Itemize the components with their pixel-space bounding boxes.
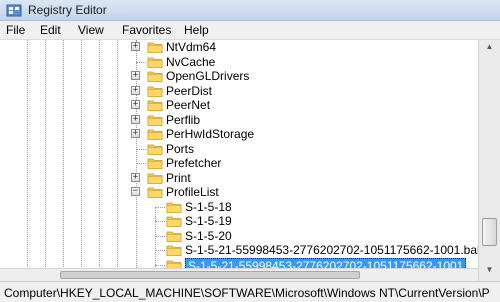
tree-item-label: OpenGLDrivers — [166, 69, 250, 83]
expand-icon[interactable]: + — [131, 129, 140, 138]
tree-item[interactable]: + Print — [0, 171, 478, 185]
folder-icon — [166, 245, 182, 256]
tree-connector-line — [155, 221, 165, 222]
tree-item-label: S-1-5-21-55998453-2776202702-1051175662-… — [185, 243, 478, 257]
folder-icon — [166, 231, 182, 242]
expand-icon[interactable]: + — [131, 100, 140, 109]
collapse-icon[interactable]: − — [131, 187, 140, 196]
expand-icon[interactable]: + — [131, 114, 140, 124]
tree-connector-line — [155, 264, 165, 266]
folder-icon — [147, 42, 163, 53]
folder-icon — [147, 144, 163, 155]
tree-item-label: S-1-5-20 — [185, 228, 232, 243]
tree-item[interactable]: NvCache — [0, 55, 478, 69]
window-title: Registry Editor — [28, 3, 107, 17]
tree-connector-line — [155, 235, 165, 237]
tree-item-label: PerHwIdStorage — [166, 127, 255, 141]
tree-item[interactable]: + OpenGLDrivers — [0, 69, 478, 83]
tree-subitem[interactable]: S-1-5-21-55998453-2776202702-1051175662-… — [0, 243, 478, 257]
tree-item[interactable]: + PeerNet — [0, 98, 478, 112]
tree-subitem[interactable]: S-1-5-18 — [0, 200, 478, 214]
registry-tree[interactable]: + NtVdm64 NvCache + OpenGLDrivers + PeerDist + P… — [0, 40, 478, 281]
tree-item-label: ProfileList — [166, 185, 219, 199]
menu-bar: File Edit View Favorites Help — [0, 21, 500, 40]
folder-icon — [166, 216, 182, 227]
folder-icon — [147, 173, 163, 184]
folder-icon — [147, 129, 163, 140]
status-path: Computer\HKEY_LOCAL_MACHINE\SOFTWARE\Mic… — [4, 286, 490, 300]
tree-item[interactable]: Prefetcher — [0, 156, 478, 170]
expand-icon[interactable]: + — [131, 172, 140, 182]
menu-view[interactable]: View — [78, 23, 104, 37]
scroll-up-icon[interactable]: ▲ — [482, 42, 497, 56]
tree-item-label: S-1-5-18 — [185, 199, 232, 214]
scroll-down-icon[interactable]: ▼ — [482, 265, 497, 279]
vertical-scroll-thumb[interactable] — [482, 218, 497, 246]
menu-edit[interactable]: Edit — [40, 23, 61, 37]
tree-item[interactable]: Ports — [0, 142, 478, 156]
folder-icon — [147, 57, 163, 68]
tree-connector-line — [136, 61, 146, 63]
tree-item-label: PeerDist — [166, 83, 213, 98]
horizontal-scroll-thumb[interactable] — [60, 271, 360, 279]
tree-item-label: Print — [166, 170, 191, 185]
folder-icon — [147, 187, 163, 198]
tree-item-label: Ports — [166, 141, 195, 156]
folder-icon — [147, 115, 163, 126]
tree-subitem[interactable]: S-1-5-20 — [0, 229, 478, 243]
title-bar: Registry Editor — [0, 0, 500, 21]
tree-connector-line — [136, 148, 146, 150]
vertical-scrollbar[interactable]: ▲ ▼ — [478, 40, 500, 281]
tree-item[interactable]: + Perflib — [0, 113, 478, 127]
status-bar: Computer\HKEY_LOCAL_MACHINE\SOFTWARE\Mic… — [0, 281, 500, 302]
folder-icon — [147, 71, 163, 82]
menu-file[interactable]: File — [6, 23, 25, 37]
tree-connector-line — [136, 163, 146, 164]
tree-item-label: Prefetcher — [166, 156, 222, 170]
tree-item-label: NvCache — [166, 54, 216, 69]
folder-icon — [147, 100, 163, 111]
tree-item-label: Perflib — [166, 112, 201, 127]
folder-icon — [147, 86, 163, 97]
menu-help[interactable]: Help — [184, 23, 209, 37]
tree-connector-line — [155, 206, 165, 208]
tree-item[interactable]: + PerHwIdStorage — [0, 127, 478, 141]
expand-icon[interactable]: + — [131, 85, 140, 95]
folder-icon — [166, 202, 182, 213]
tree-subitem[interactable]: S-1-5-19 — [0, 214, 478, 228]
menu-favorites[interactable]: Favorites — [122, 23, 171, 37]
tree-item-label: NtVdm64 — [166, 40, 217, 54]
horizontal-scrollbar[interactable] — [0, 268, 478, 281]
expand-icon[interactable]: + — [131, 71, 140, 80]
tree-item-label: PeerNet — [166, 98, 211, 112]
tree-item[interactable]: + NtVdm64 — [0, 40, 478, 54]
expand-icon[interactable]: + — [131, 42, 140, 51]
tree-connector-line — [155, 250, 165, 251]
tree-item-label: S-1-5-19 — [185, 214, 232, 228]
registry-editor-icon — [6, 4, 22, 17]
tree-item[interactable]: + PeerDist — [0, 84, 478, 98]
tree-item[interactable]: − ProfileList — [0, 185, 478, 199]
folder-icon — [147, 158, 163, 169]
